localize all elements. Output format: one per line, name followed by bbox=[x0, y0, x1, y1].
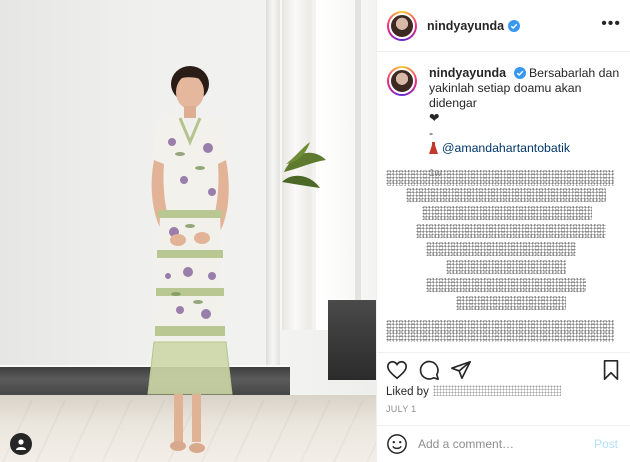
caption-text-line2: yakinlah setiap doamu akan didengar bbox=[429, 81, 582, 110]
mention-link[interactable]: @amandahartantobatik bbox=[442, 141, 570, 155]
caption-heart: ❤ bbox=[429, 111, 440, 125]
post-photo[interactable] bbox=[0, 0, 376, 462]
caption: nindyayunda Bersabarlah dan yakinlah set… bbox=[387, 66, 627, 181]
caption-username[interactable]: nindyayunda bbox=[429, 66, 506, 80]
marble-pillar bbox=[328, 300, 376, 380]
verified-badge-icon bbox=[508, 19, 521, 32]
post-actions bbox=[376, 352, 630, 384]
blurred-likers bbox=[432, 385, 561, 396]
comment-input[interactable] bbox=[418, 437, 588, 451]
blurred-comments bbox=[386, 170, 616, 348]
verified-badge-icon bbox=[513, 67, 526, 79]
more-options-button[interactable]: ••• bbox=[601, 16, 621, 32]
plant-leaves bbox=[282, 142, 326, 188]
caption-dash: - bbox=[429, 126, 434, 140]
caption-text-line1: Bersabarlah dan bbox=[528, 66, 620, 80]
post-header: nindyayunda ••• bbox=[377, 0, 630, 52]
wall-trim bbox=[266, 0, 280, 365]
liked-by-label: Liked by bbox=[386, 386, 429, 398]
woman-figure bbox=[147, 66, 233, 453]
bookmark-icon[interactable] bbox=[600, 359, 622, 381]
comment-icon[interactable] bbox=[418, 359, 440, 381]
user-tag-icon[interactable] bbox=[10, 433, 32, 455]
author-username[interactable]: nindyayunda bbox=[427, 19, 504, 33]
post-date[interactable]: JULY 1 bbox=[386, 404, 416, 414]
post-comment-button[interactable]: Post bbox=[594, 437, 618, 451]
likes-summary[interactable]: Liked by bbox=[386, 385, 561, 398]
comment-form: Post bbox=[376, 425, 630, 462]
author-avatar[interactable] bbox=[387, 10, 417, 41]
window-frame bbox=[355, 0, 361, 320]
heart-icon[interactable] bbox=[386, 359, 408, 381]
caption-avatar[interactable] bbox=[387, 66, 417, 96]
dress-icon bbox=[429, 142, 438, 154]
emoji-icon[interactable] bbox=[386, 433, 408, 455]
paper-plane-icon[interactable] bbox=[450, 359, 472, 381]
